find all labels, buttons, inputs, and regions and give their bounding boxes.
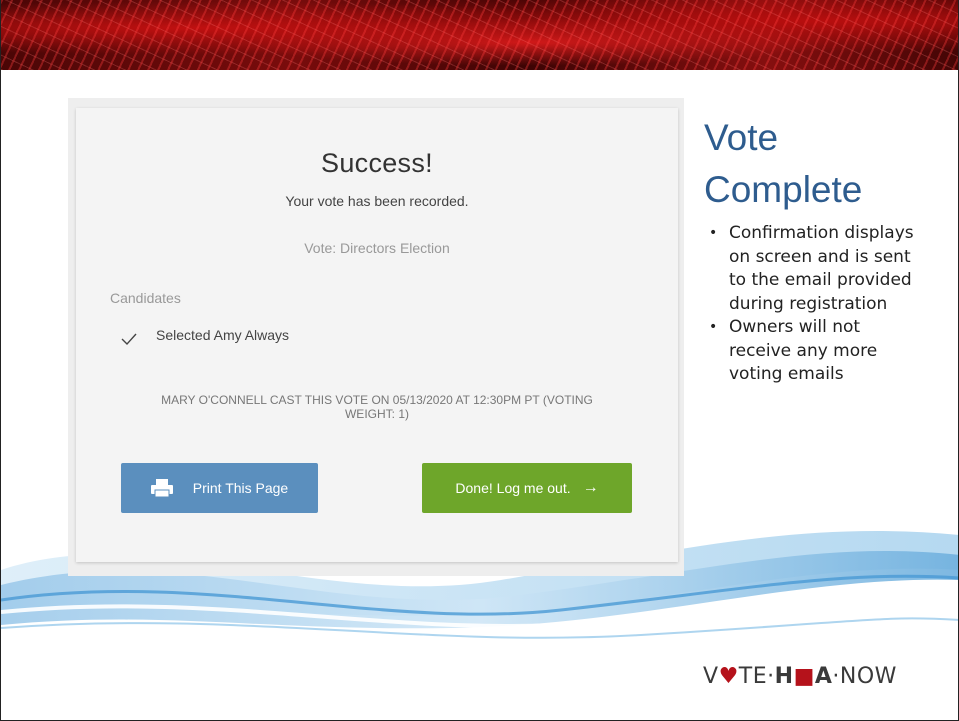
vote-cast-note: MARY O'CONNELL CAST THIS VOTE ON 05/13/2…: [116, 393, 638, 421]
slide: Success! Your vote has been recorded. Vo…: [0, 0, 959, 721]
vote-confirmation-card: Success! Your vote has been recorded. Vo…: [76, 108, 678, 562]
candidates-label: Candidates: [110, 290, 181, 306]
success-title: Success!: [321, 148, 433, 178]
printer-icon: [150, 479, 173, 497]
bullet-line: on screen and is sent: [729, 246, 911, 267]
bullet-line: Confirmation displays: [729, 223, 914, 243]
success-subtitle: Your vote has been recorded.: [285, 193, 469, 209]
vote-cast-note-line-2: WEIGHT: 1): [344, 407, 409, 421]
print-page-label: Print This Page: [192, 480, 289, 496]
bullet-line: to the email provided: [729, 270, 912, 290]
bullet-line: during registration: [729, 293, 888, 314]
logout-label: Done! Log me out.: [455, 480, 571, 496]
side-title: Vote Complete: [704, 112, 944, 216]
logout-button[interactable]: Done! Log me out. →: [422, 463, 632, 513]
house-icon: ■: [793, 664, 815, 689]
vote-cast-note-line-1: MARY O'CONNELL CAST THIS VOTE ON 05/13/2…: [161, 393, 593, 407]
bullet-line: Owners will not: [729, 317, 861, 337]
bullet-line: voting emails: [729, 364, 844, 384]
bullet-dot: •: [709, 225, 718, 241]
bullet-item: • Confirmation displays on screen and is…: [705, 222, 955, 316]
candidate-selection: Selected Amy Always: [120, 323, 289, 347]
vote-name: Vote: Directors Election: [304, 240, 450, 256]
bullet-dot: •: [709, 319, 718, 335]
side-title-line-1: Vote: [704, 117, 779, 158]
heart-icon: ♥: [718, 664, 739, 689]
selected-candidate: Selected Amy Always: [156, 327, 290, 343]
bullet-item: • Owners will not receive any more votin…: [705, 316, 955, 387]
vote-hoa-now-logo: V♥TE·H■A·NOW: [703, 664, 897, 689]
top-banner-texture: [1, 0, 958, 70]
print-page-button[interactable]: Print This Page: [121, 463, 318, 513]
arrow-right-icon: →: [582, 479, 599, 496]
side-bullet-list: • Confirmation displays on screen and is…: [705, 222, 955, 387]
side-title-line-2: Complete: [704, 169, 863, 210]
bullet-line: receive any more: [729, 340, 878, 361]
check-icon: [121, 333, 137, 346]
